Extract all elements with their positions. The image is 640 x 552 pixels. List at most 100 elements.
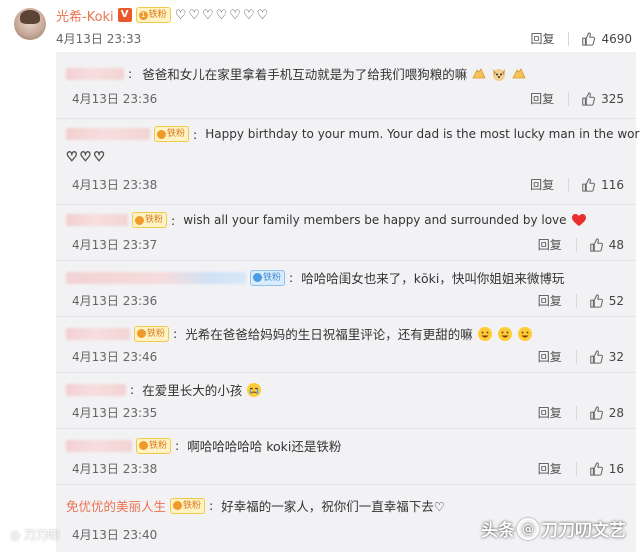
blurred-username[interactable] [66,327,130,340]
reply-content: 铁粉 : 啊哈哈哈哈哈 koki还是铁粉 [66,436,341,455]
at-symbol-icon: @ [517,517,539,540]
reply-button[interactable]: 回复 [530,30,554,47]
blurred-username[interactable] [66,439,132,452]
reply-actions: 回复 325 [530,90,624,107]
reply-button[interactable]: 回复 [530,176,554,193]
reply-content: 铁粉 : wish all your family members be hap… [66,212,587,228]
thumbs-up-icon[interactable] [589,237,603,252]
reply-button[interactable]: 回复 [538,404,562,421]
fan-level-icon: 1 [138,10,148,20]
colon: : [289,270,294,285]
main-comment-actions: 回复 4690 [530,30,632,47]
reply-content: 铁粉 : Happy birthday to your mum. Your da… [66,126,640,142]
thumbs-up-icon[interactable] [589,461,603,476]
reply-actions: 回复 116 [530,176,624,193]
reply-item: : 在爱里长大的小孩 4月13日 23:35 回复 28 [56,372,636,429]
main-comment: 光希-Koki V 1 铁粉 ♡♡♡♡♡♡♡ 4月13日 23:33 回复 46… [0,0,640,52]
divider [575,293,577,308]
reply-actions: 回复 48 [538,236,624,253]
replies-panel: : 爸爸和女儿在家里拿着手机互动就是为了给我们喂狗粮的嘛 4月13日 23:36… [56,52,640,552]
fan-level-icon [173,501,183,510]
reply-text: 好幸福的一家人，祝你们一直幸福下去♡ [221,499,445,514]
like-count: 52 [608,293,624,308]
grinning-face-emoji-icon [517,326,532,341]
reply-actions: 回复 28 [538,404,624,421]
watermark-logo-icon: ◎ [10,527,21,542]
divider [568,31,570,46]
fan-badge-label: 铁粉 [263,272,282,283]
divider [575,237,577,252]
fan-badge: 铁粉 [136,437,172,454]
reply-item: 铁粉 : 哈哈哈闺女也来了，kōki，快叫你姐姐来微博玩 4月13日 23:36… [56,260,636,317]
reply-button[interactable]: 回复 [538,292,562,309]
watermark-author: 刀刀叨文艺 [541,521,626,541]
reply-text: wish all your family members be happy an… [183,213,567,227]
fan-badge-label: 铁粉 [145,215,164,225]
reply-content-second-line: ♡♡♡ [66,150,107,166]
colon: : [128,66,133,81]
reply-text: Happy birthday to your mum. Your dad is … [205,127,640,141]
broken-hearts-text: ♡♡♡ [66,150,107,166]
main-comment-time: 4月13日 23:33 [56,32,142,46]
thumbs-up-icon[interactable] [581,91,596,106]
reply-time: 4月13日 23:36 [72,92,158,106]
weibo-comment-thread: 光希-Koki V 1 铁粉 ♡♡♡♡♡♡♡ 4月13日 23:33 回复 46… [0,0,640,552]
watermark-left-text: 刀刀叨 [23,528,60,542]
fan-level-icon [137,329,146,338]
divider [575,405,577,420]
fan-level-icon [253,273,262,282]
reply-item: 铁粉 : 光希在爸爸给妈妈的生日祝福里评论，还有更甜的嘛 4月13日 23:46… [56,316,636,373]
avatar[interactable] [14,8,46,40]
reply-button[interactable]: 回复 [530,90,554,107]
blurred-username[interactable] [66,214,128,226]
main-username[interactable]: 光希-Koki [56,6,114,25]
like-count: 48 [608,237,624,252]
colon: : [171,212,176,228]
grinning-face-emoji-icon [497,326,512,341]
thumbs-up-icon[interactable] [589,405,603,420]
fan-badge: 铁粉 [250,269,286,286]
reply-button[interactable]: 回复 [538,348,562,365]
reply-button[interactable]: 回复 [538,236,562,253]
fan-badge-label: 铁粉 [183,500,202,511]
colon: : [193,126,198,142]
reply-username[interactable]: 免优优的美丽人生 [66,496,166,515]
colon: : [130,382,135,397]
reply-text: 在爱里长大的小孩 [142,383,243,398]
reply-item: 铁粉 : 啊哈哈哈哈哈 koki还是铁粉 4月13日 23:38 回复 16 [56,428,636,485]
reply-time: 4月13日 23:38 [72,178,158,192]
main-comment-header: 光希-Koki V 1 铁粉 ♡♡♡♡♡♡♡ [56,6,270,25]
grinning-face-emoji-icon [477,326,492,341]
like-count: 116 [601,177,624,192]
fan-badge: 铁粉 [132,212,168,228]
watermark-platform: 头条 [481,521,515,541]
thumbs-up-icon[interactable] [581,31,596,46]
thumbs-up-icon[interactable] [589,293,603,308]
thumbs-up-icon[interactable] [589,349,603,364]
reply-time: 4月13日 23:36 [72,294,158,308]
thumbs-up-icon[interactable] [581,177,596,192]
fan-badge-label: 铁粉 [148,10,167,20]
fan-level-icon [157,129,166,139]
blurred-username[interactable] [66,128,150,140]
blurred-username[interactable] [66,383,126,396]
reply-actions: 回复 16 [538,460,624,477]
watermark-left: ◎ 刀刀叨 [10,526,60,543]
like-count: 32 [608,349,624,364]
like-count: 16 [608,461,624,476]
divider [575,461,577,476]
red-heart-icon [571,214,586,226]
reply-time: 4月13日 23:37 [72,238,158,252]
reply-content: : 在爱里长大的小孩 [66,380,262,399]
colon: : [173,326,178,341]
reply-content: 铁粉 : 哈哈哈闺女也来了，kōki，快叫你姐姐来微博玩 [66,268,564,287]
reply-button[interactable]: 回复 [538,460,562,477]
fan-badge: 1 铁粉 [135,7,171,23]
reply-time: 4月13日 23:40 [72,528,158,542]
blurred-username[interactable] [66,67,124,80]
colon: : [209,498,214,513]
blurred-username[interactable] [66,271,246,284]
reply-content: 免优优的美丽人生 铁粉 : 好幸福的一家人，祝你们一直幸福下去♡ [66,496,445,515]
dog-face-emoji-icon [493,68,506,81]
fan-badge: 铁粉 [170,497,206,514]
